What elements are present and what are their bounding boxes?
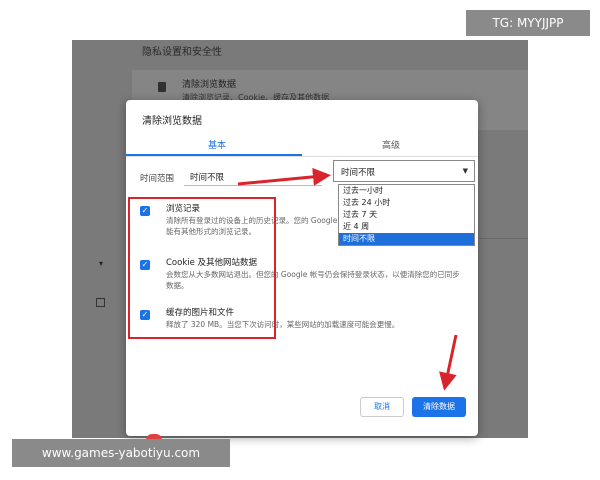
watermark-top: TG: MYYJJPP — [466, 10, 590, 36]
arrow-to-dropdown — [237, 167, 331, 186]
annotation-arrows — [237, 167, 458, 391]
watermark-bottom: www.games-yabotiyu.com — [12, 439, 230, 467]
arrow-to-clear-button — [439, 334, 458, 391]
